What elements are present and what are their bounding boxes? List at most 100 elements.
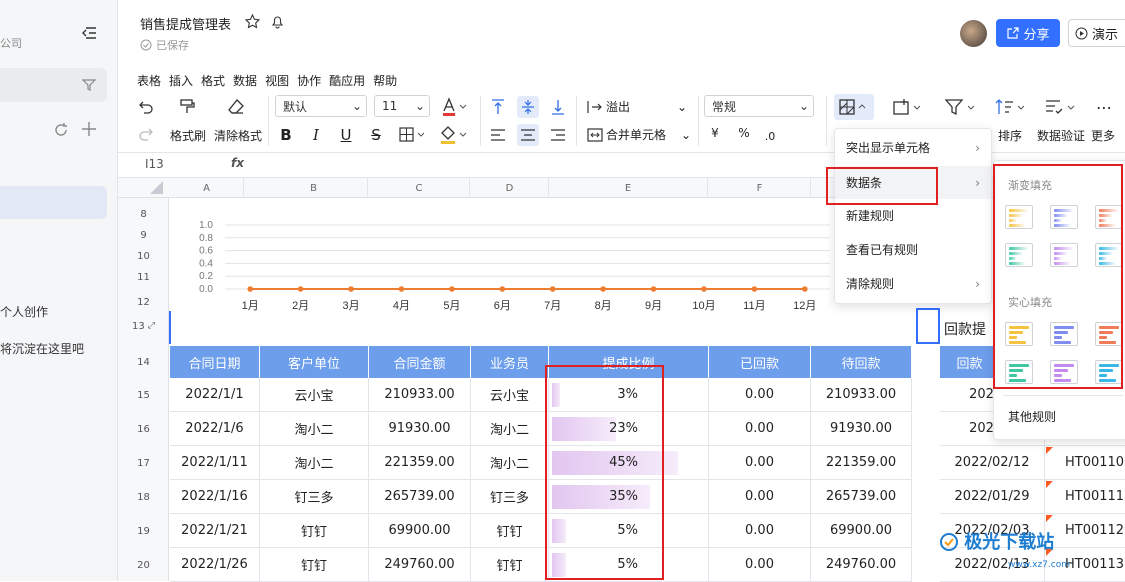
- column-header[interactable]: F: [709, 178, 811, 198]
- column-header[interactable]: A: [170, 178, 244, 198]
- table-cell-sales[interactable]: 钉钉: [471, 514, 549, 548]
- row-header[interactable]: 14: [118, 350, 169, 374]
- row-header[interactable]: 20: [118, 553, 169, 577]
- table-cell-date[interactable]: 2022/1/11: [170, 446, 260, 480]
- menu-item-clear-rules[interactable]: 清除规则 ›: [834, 267, 992, 300]
- menu-item-highlight-cells[interactable]: 突出显示单元格 ›: [834, 131, 992, 164]
- clear-format-label[interactable]: 清除格式: [214, 127, 262, 144]
- data-point[interactable]: [449, 286, 455, 292]
- data-validation-icon[interactable]: [1043, 96, 1079, 118]
- row-header[interactable]: 11: [118, 268, 169, 286]
- table-cell-amount[interactable]: 221359.00: [369, 446, 471, 480]
- table-cell-received[interactable]: 0.00: [709, 480, 811, 514]
- table-cell-received[interactable]: 0.00: [709, 514, 811, 548]
- align-center-icon[interactable]: [517, 124, 539, 146]
- number-format-select[interactable]: 常规 ⌄: [704, 95, 814, 117]
- payment-date-cell[interactable]: 2022/01/29: [940, 480, 1045, 514]
- sort-icon[interactable]: [993, 96, 1029, 118]
- data-point[interactable]: [348, 286, 354, 292]
- table-cell-received[interactable]: 0.00: [709, 378, 811, 412]
- format-painter-icon[interactable]: [176, 97, 198, 117]
- format-painter-label[interactable]: 格式刷: [170, 127, 206, 144]
- row-header[interactable]: 17: [118, 451, 169, 475]
- menu-insert[interactable]: 插入: [169, 72, 193, 89]
- column-header[interactable]: C: [369, 178, 470, 198]
- other-rules-item[interactable]: 其他规则: [1008, 408, 1056, 425]
- filter-toolbar-icon[interactable]: [943, 96, 979, 118]
- add-icon[interactable]: [80, 120, 98, 138]
- redo-icon[interactable]: [136, 124, 156, 144]
- present-button[interactable]: 演示: [1068, 19, 1125, 47]
- fill-color-icon[interactable]: [437, 125, 473, 145]
- font-color-icon[interactable]: [438, 96, 472, 118]
- star-icon[interactable]: [244, 13, 261, 29]
- sidebar-item-active[interactable]: [0, 186, 107, 219]
- data-point[interactable]: [398, 286, 405, 292]
- filter-icon[interactable]: [81, 78, 97, 92]
- table-cell-pending[interactable]: 91930.00: [811, 412, 912, 446]
- menu-cool-apps[interactable]: 酷应用: [329, 72, 365, 89]
- payment-date-cell[interactable]: 2022/02/12: [940, 446, 1045, 480]
- data-point[interactable]: [499, 286, 506, 292]
- notification-icon[interactable]: [270, 14, 285, 29]
- share-button[interactable]: 分享: [996, 19, 1060, 47]
- table-cell-pending[interactable]: 210933.00: [811, 378, 912, 412]
- row-header[interactable]: 9: [118, 226, 169, 244]
- table-cell-date[interactable]: 2022/1/21: [170, 514, 260, 548]
- data-point[interactable]: [549, 286, 556, 292]
- document-title[interactable]: 销售提成管理表: [140, 14, 231, 33]
- sidebar-item-personal[interactable]: 个人创作: [0, 303, 48, 320]
- menu-data[interactable]: 数据: [233, 72, 257, 89]
- sort-label[interactable]: 排序: [998, 127, 1022, 144]
- row-header[interactable]: 16: [118, 417, 169, 441]
- fx-icon[interactable]: fx: [231, 156, 244, 170]
- table-cell-client[interactable]: 钉钉: [260, 548, 369, 582]
- column-header[interactable]: D: [471, 178, 549, 198]
- data-point[interactable]: [650, 286, 657, 292]
- underline-icon[interactable]: U: [336, 125, 356, 145]
- table-cell-amount[interactable]: 249760.00: [369, 548, 471, 582]
- menu-item-view-rules[interactable]: 查看已有规则: [834, 233, 992, 266]
- contract-code-cell[interactable]: HT00110: [1045, 446, 1125, 480]
- table-cell-received[interactable]: 0.00: [709, 412, 811, 446]
- data-validation-label[interactable]: 数据验证: [1037, 127, 1085, 144]
- menu-collaborate[interactable]: 协作: [297, 72, 321, 89]
- align-top-icon[interactable]: [488, 97, 508, 117]
- menu-table[interactable]: 表格: [137, 72, 161, 89]
- table-cell-client[interactable]: 淘小二: [260, 412, 369, 446]
- eraser-icon[interactable]: [225, 97, 247, 117]
- column-header[interactable]: B: [260, 178, 368, 198]
- row-header[interactable]: 13 ⤢: [118, 316, 169, 336]
- avatar[interactable]: [960, 20, 987, 47]
- table-cell-sales[interactable]: 淘小二: [471, 446, 549, 480]
- table-cell-sales[interactable]: 钉三多: [471, 480, 549, 514]
- table-cell-received[interactable]: 0.00: [709, 548, 811, 582]
- insert-object-icon[interactable]: [890, 96, 926, 118]
- more-label[interactable]: 更多: [1091, 127, 1115, 144]
- menu-format[interactable]: 格式: [201, 72, 225, 89]
- bold-icon[interactable]: B: [276, 125, 296, 145]
- table-cell-client[interactable]: 钉三多: [260, 480, 369, 514]
- menu-help[interactable]: 帮助: [373, 72, 397, 89]
- currency-button[interactable]: ¥: [706, 126, 724, 140]
- refresh-icon[interactable]: [52, 121, 70, 139]
- strikethrough-icon[interactable]: S: [366, 125, 386, 145]
- conditional-format-icon[interactable]: [834, 94, 874, 120]
- table-cell-pending[interactable]: 265739.00: [811, 480, 912, 514]
- cell-reference[interactable]: I13: [145, 157, 164, 171]
- table-cell-pending[interactable]: 69900.00: [811, 514, 912, 548]
- row-header[interactable]: 19: [118, 519, 169, 543]
- row-header[interactable]: 15: [118, 383, 169, 407]
- table-cell-amount[interactable]: 69900.00: [369, 514, 471, 548]
- row-header[interactable]: 10: [118, 247, 169, 265]
- table-cell-sales[interactable]: 云小宝: [471, 378, 549, 412]
- align-right-icon[interactable]: [548, 125, 568, 145]
- border-icon[interactable]: [396, 125, 430, 145]
- row-header[interactable]: 18: [118, 485, 169, 509]
- column-header[interactable]: E: [549, 178, 708, 198]
- decimal-icon[interactable]: .0: [760, 130, 780, 143]
- table-cell-amount[interactable]: 265739.00: [369, 480, 471, 514]
- merge-cells-select[interactable]: 合并单元格 ⌄: [587, 126, 691, 143]
- data-point[interactable]: [247, 286, 254, 292]
- table-cell-date[interactable]: 2022/1/6: [170, 412, 260, 446]
